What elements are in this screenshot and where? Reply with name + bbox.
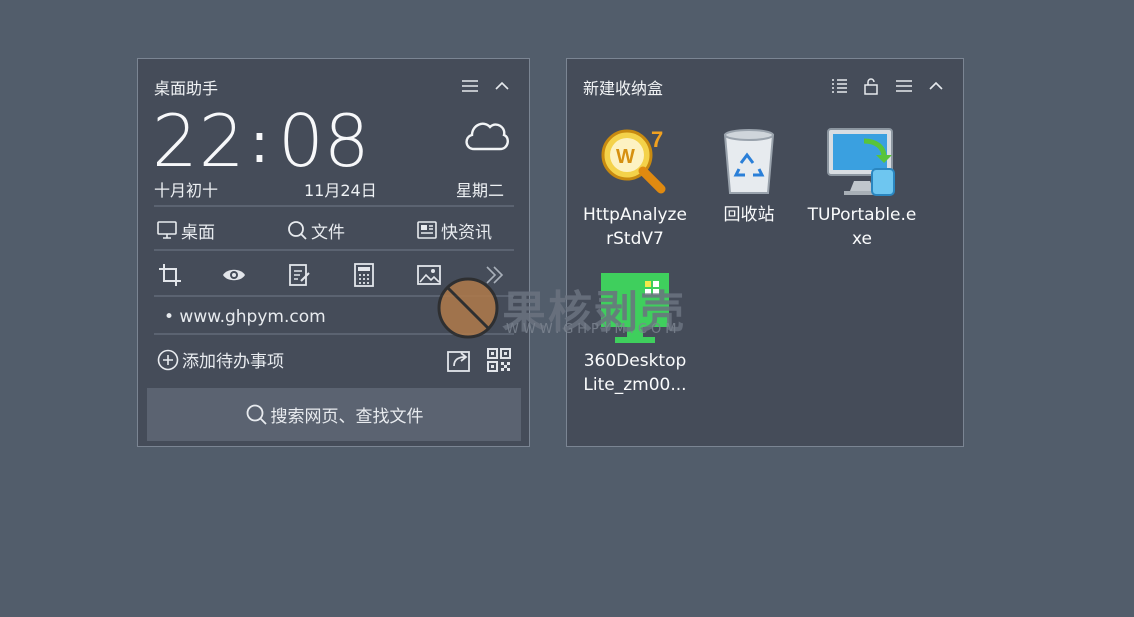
desktop-icon-httpanalyzer[interactable]: W 7 HttpAnalyzerStdV7 <box>580 125 690 251</box>
quick-link-desktop[interactable]: 桌面 <box>156 217 215 243</box>
menu-icon[interactable] <box>461 77 479 95</box>
add-todo-button[interactable]: 添加待办事项 <box>156 347 284 372</box>
website-link[interactable]: • www.ghpym.com <box>164 307 326 327</box>
quick-link-label: 文件 <box>311 222 345 243</box>
menu-icon[interactable] <box>895 77 913 95</box>
desktop-icon-recycle-bin[interactable]: 回收站 <box>694 125 804 227</box>
monitor-icon <box>157 221 177 239</box>
note-icon[interactable] <box>286 262 312 288</box>
desktop-icon-label: 360DesktopLite_zm00... <box>583 351 687 395</box>
desktop-icon-label: 回收站 <box>723 205 775 225</box>
add-todo-label: 添加待办事项 <box>182 352 284 372</box>
divider <box>154 205 514 207</box>
weekday: 星期二 <box>456 181 505 200</box>
add-circle-icon <box>157 349 179 370</box>
qr-code-icon[interactable] <box>486 347 512 373</box>
quick-link-label: 桌面 <box>181 222 215 243</box>
list-view-icon[interactable] <box>830 77 848 95</box>
collapse-chevron-icon[interactable] <box>927 77 945 95</box>
quick-link-label: 快资讯 <box>441 222 492 243</box>
quick-link-files[interactable]: 文件 <box>286 217 345 243</box>
desktop-icon-tuportable[interactable]: TUPortable.exe <box>807 125 917 251</box>
recycle-bin-icon <box>711 125 787 201</box>
search-icon <box>246 404 267 425</box>
share-icon[interactable] <box>446 347 472 373</box>
search-icon <box>288 221 307 240</box>
clock-colon: : <box>250 111 269 176</box>
watermark-subtext: WWW.GHPYM.COM <box>506 322 681 337</box>
quick-link-news[interactable]: 快资讯 <box>416 217 492 243</box>
unlock-icon[interactable] <box>862 77 880 95</box>
news-icon <box>417 221 437 239</box>
desktop-icon-label: TUPortable.exe <box>807 205 917 249</box>
storage-title: 新建收纳盒 <box>583 79 664 98</box>
watermark-logo-icon <box>437 277 499 339</box>
svg-text:7: 7 <box>651 127 663 152</box>
watermark: 果核剥壳 WWW.GHPYM.COM <box>436 276 706 346</box>
search-bar-label: 搜索网页、查找文件 <box>270 407 424 427</box>
lunar-date: 十月初十 <box>154 181 219 200</box>
web-file-search-bar[interactable]: 搜索网页、查找文件 <box>147 388 521 441</box>
calculator-icon[interactable] <box>351 262 377 288</box>
clock-hour: 22 <box>152 99 246 183</box>
assistant-title: 桌面助手 <box>154 79 219 98</box>
desktop-assistant-widget: 桌面助手 22 : 08 十月初十 11月24日 星期二 桌面 文件 快资讯 •… <box>137 58 530 447</box>
tuportable-icon <box>824 125 900 201</box>
divider <box>154 249 514 251</box>
eye-icon[interactable] <box>221 262 247 288</box>
date: 11月24日 <box>304 181 377 200</box>
cloud-weather-icon[interactable] <box>462 117 510 151</box>
svg-text:W: W <box>616 146 635 168</box>
crop-icon[interactable] <box>157 262 183 288</box>
desktop-icon-label: HttpAnalyzerStdV7 <box>583 205 687 249</box>
storage-box-widget: 新建收纳盒 W 7 HttpAnalyzerStdV7 回收站 TUPortab… <box>566 58 964 447</box>
clock-minute: 08 <box>278 99 370 183</box>
collapse-chevron-icon[interactable] <box>493 77 511 95</box>
http-analyzer-icon: W 7 <box>597 125 673 201</box>
